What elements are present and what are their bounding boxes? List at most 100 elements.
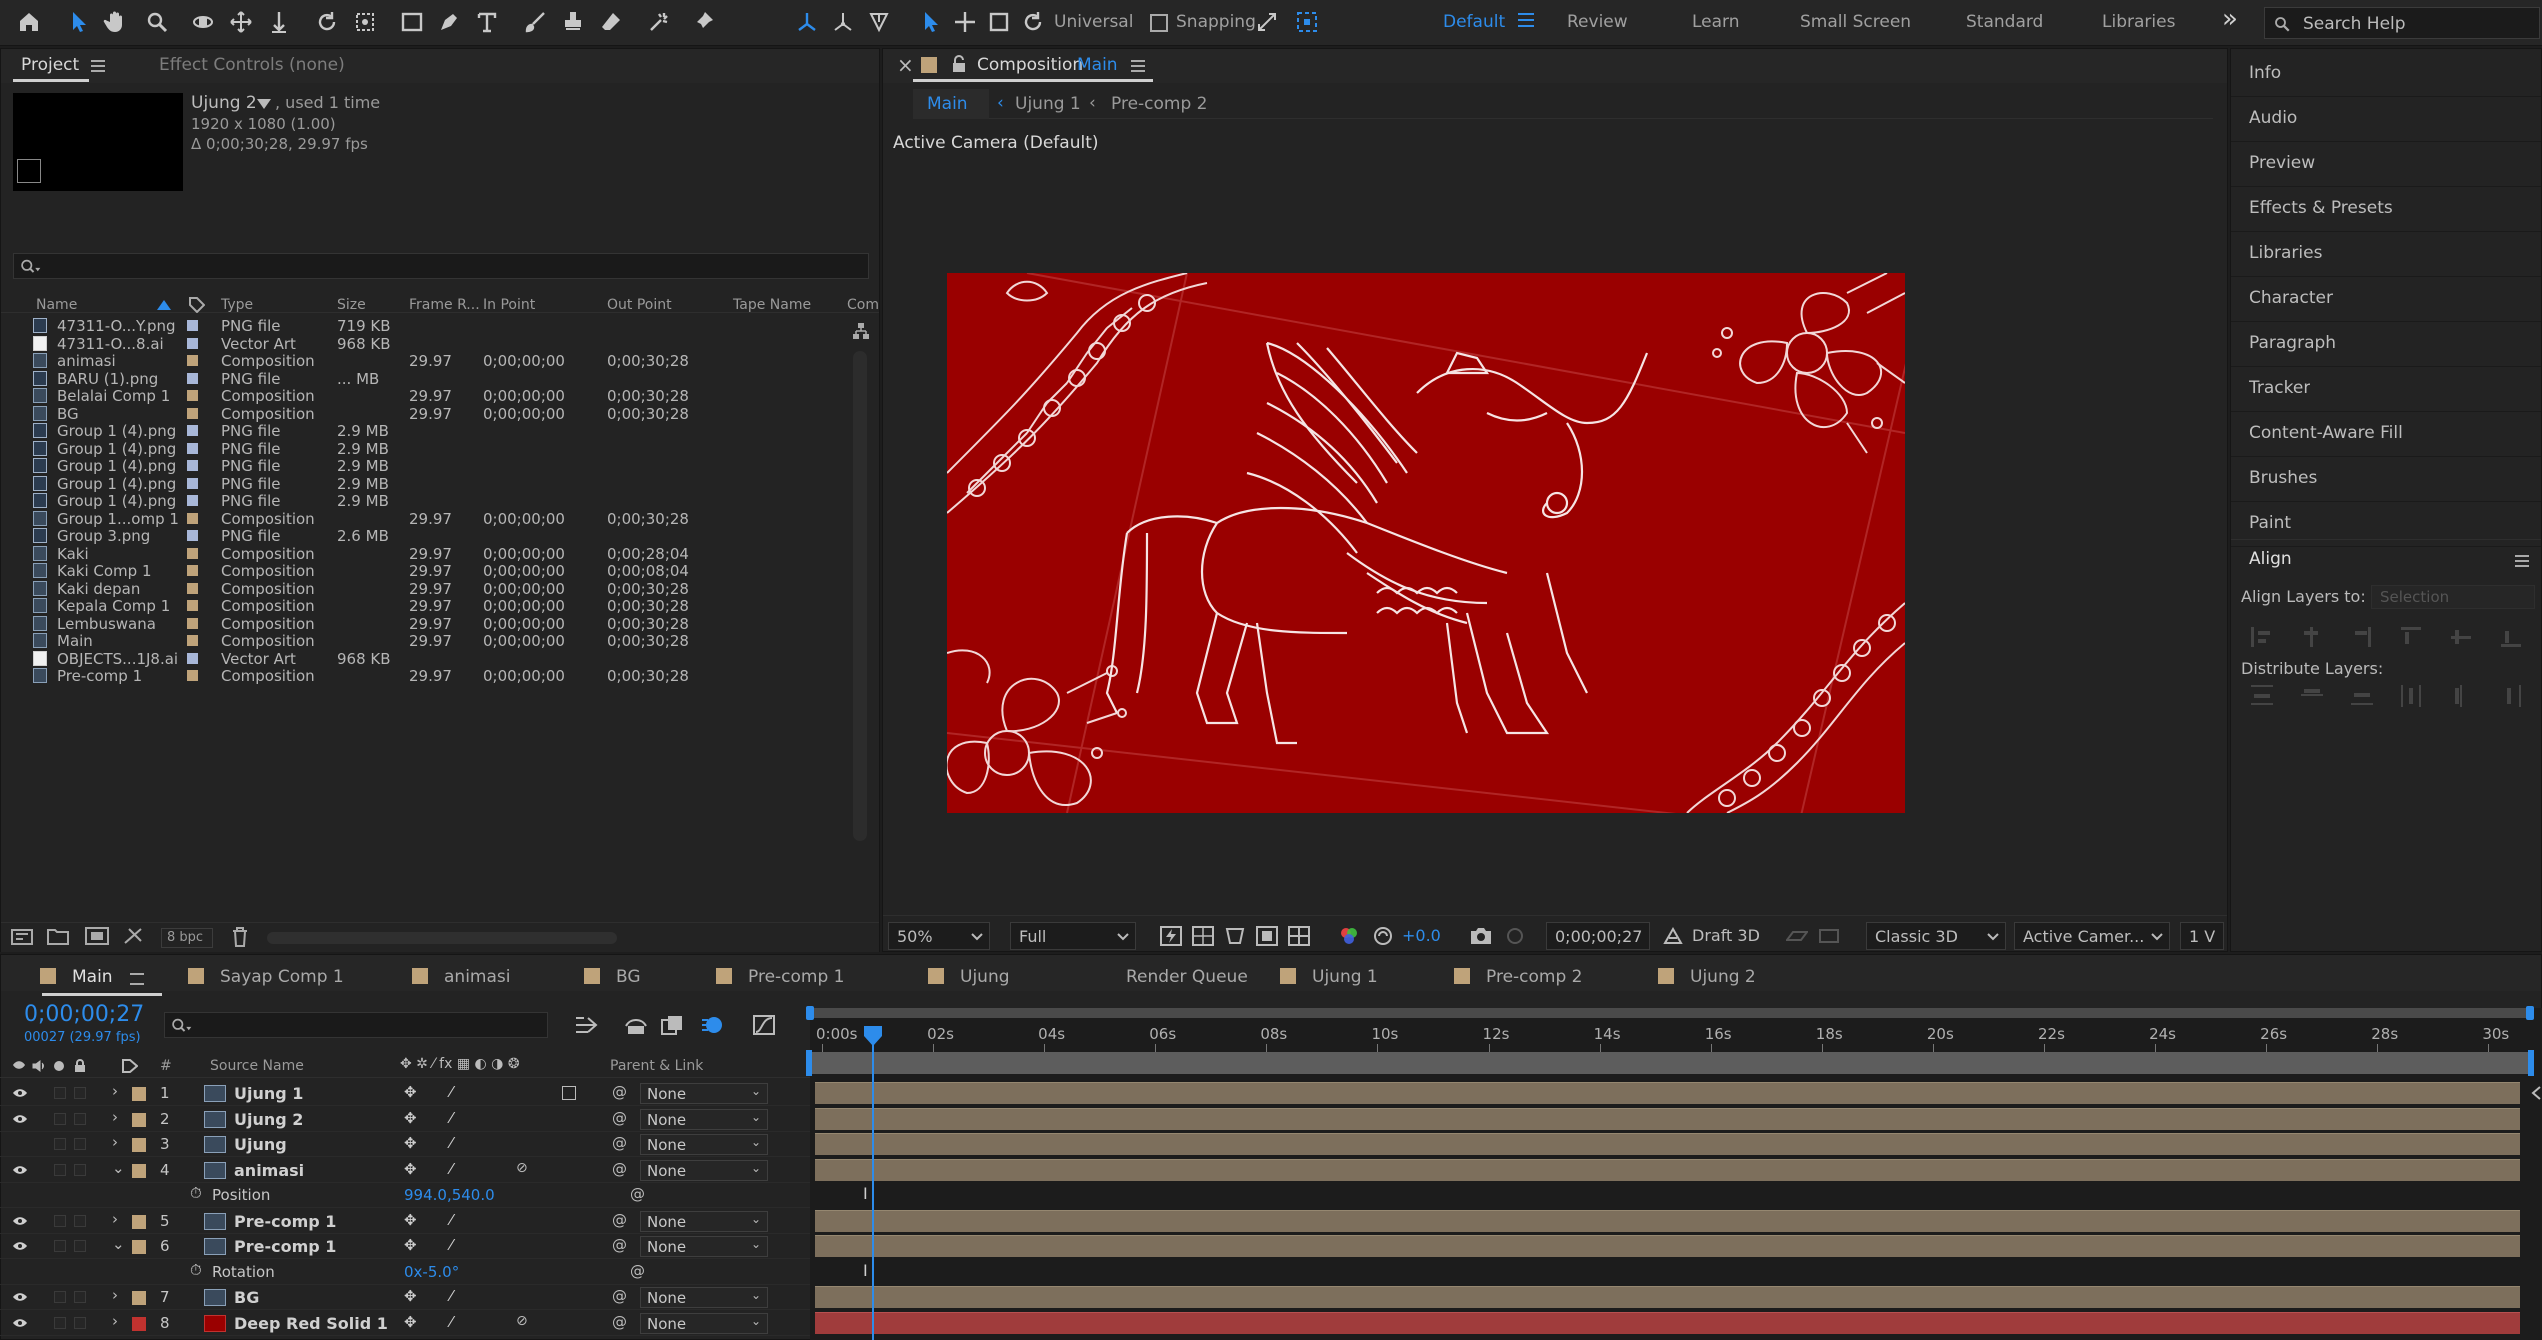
label-color-swatch[interactable] [187, 407, 198, 419]
workspace-menu-icon[interactable] [1518, 13, 1534, 27]
panel-menu-icon[interactable] [91, 60, 105, 72]
collapse-transform-switch[interactable]: ✥ [404, 1109, 417, 1127]
work-area-start-handle[interactable] [806, 1050, 812, 1076]
project-item-row[interactable]: Group 1 (4).png PNG file 2.9 MB [21, 492, 851, 510]
quality-switch[interactable]: ⁄ [450, 1313, 453, 1331]
project-item-row[interactable]: Kaki depan Composition 29.97 0;00;00;00 0;00… [21, 580, 851, 598]
label-column-icon[interactable] [189, 297, 205, 313]
pick-whip-icon[interactable]: @ [612, 1160, 627, 1178]
label-color-swatch[interactable] [187, 460, 198, 471]
label-color-swatch[interactable] [187, 617, 198, 629]
label-color-swatch[interactable] [187, 530, 198, 541]
project-item-row[interactable]: Kaki Composition 29.97 0;00;00;00 0;00;28;04 [21, 545, 851, 563]
zoom-tool-icon[interactable] [140, 5, 174, 39]
label-color-swatch[interactable] [187, 547, 198, 559]
collapse-transform-switch[interactable]: ✥ [404, 1134, 417, 1152]
workspace-learn[interactable]: Learn [1692, 12, 1740, 32]
distribute-right-icon[interactable] [2501, 685, 2521, 707]
layer-name[interactable]: Ujung 1 [234, 1084, 303, 1103]
timeline-tab[interactable]: Ujung 1 [1312, 967, 1378, 987]
lock-switch[interactable] [74, 1214, 86, 1227]
home-icon[interactable] [12, 5, 46, 39]
property-row[interactable]: ⏱ Rotation 0x-5.0° @ [0, 1260, 810, 1285]
collapse-transform-switch[interactable]: ✥ [404, 1313, 417, 1331]
breadcrumb-pre-comp-2[interactable]: Pre-comp 2 [1111, 94, 1207, 114]
align-to-dropdown[interactable]: Selection [2371, 585, 2535, 609]
eraser-tool-icon[interactable] [594, 5, 628, 39]
workspace-review[interactable]: Review [1567, 12, 1628, 32]
bit-depth-button[interactable]: 8 bpc [161, 928, 213, 948]
label-color-swatch[interactable] [187, 425, 198, 436]
layer-label-color[interactable] [132, 1138, 146, 1152]
snap-target-icon[interactable] [1290, 5, 1324, 39]
quality-switch[interactable]: ⁄ [450, 1211, 453, 1229]
layer-duration-bar[interactable] [815, 1107, 2520, 1130]
project-item-row[interactable]: Belalai Comp 1 Composition 29.97 0;00;00;00… [21, 387, 851, 405]
show-snapshot-icon[interactable] [1504, 926, 1526, 946]
project-item-row[interactable]: Kepala Comp 1 Composition 29.97 0;00;00;00 0… [21, 597, 851, 615]
label-color-swatch[interactable] [187, 372, 198, 384]
flowchart-icon[interactable] [851, 321, 871, 341]
layer-name[interactable]: Ujung 2 [234, 1110, 303, 1129]
pick-whip-icon[interactable]: @ [612, 1236, 627, 1254]
lock-switch[interactable] [74, 1138, 86, 1150]
quality-switch[interactable]: ⁄ [450, 1083, 453, 1101]
lock-switch[interactable] [74, 1087, 86, 1099]
pick-whip-icon[interactable]: @ [612, 1083, 627, 1101]
right-panel-item[interactable]: Info [2231, 53, 2541, 97]
right-panel-item[interactable]: Effects & Presets [2231, 188, 2541, 232]
more-workspaces-icon[interactable]: » [2222, 4, 2238, 34]
lock-switch[interactable] [74, 1163, 86, 1176]
selection-3d-tool-icon[interactable] [914, 5, 948, 39]
region-of-interest-icon[interactable] [1256, 926, 1278, 946]
layer-name[interactable]: Pre-comp 1 [234, 1237, 336, 1256]
layer-label-color[interactable] [132, 1291, 146, 1305]
hand-tool-icon[interactable] [98, 5, 132, 39]
playhead-line[interactable] [871, 1028, 874, 1340]
pan-behind-tool-icon[interactable] [224, 5, 258, 39]
parent-dropdown[interactable]: None ⌄ [640, 1287, 768, 1308]
breadcrumb-ujung-1[interactable]: Ujung 1 [1015, 94, 1081, 114]
timeline-current-time[interactable]: 0;00;00;27 [24, 1002, 144, 1027]
expand-chevron-right-icon[interactable]: › [112, 1210, 118, 1228]
snapping-options-icon[interactable] [1250, 5, 1284, 39]
layer-duration-bar[interactable] [815, 1209, 2520, 1232]
pick-whip-icon[interactable]: @ [612, 1287, 627, 1305]
selection-tool-icon[interactable] [62, 5, 96, 39]
solo-switch[interactable] [54, 1240, 66, 1252]
layer-label-color[interactable] [132, 1112, 146, 1127]
align-panel-menu-icon[interactable] [2515, 555, 2529, 567]
project-item-row[interactable]: 47311-O...Y.png PNG file 719 KB [21, 317, 851, 335]
collapse-transform-switch[interactable]: ✥ [404, 1211, 417, 1229]
col-frame-rate[interactable]: Frame R... [409, 297, 480, 313]
scale-3d-tool-icon[interactable] [982, 5, 1016, 39]
workspace-standard[interactable]: Standard [1966, 12, 2043, 32]
layer-label-color[interactable] [132, 1087, 146, 1101]
expand-chevron-right-icon[interactable]: › [112, 1286, 118, 1304]
quality-switch[interactable]: ⁄ [450, 1134, 453, 1152]
breadcrumb-main[interactable]: Main [927, 94, 968, 114]
project-item-row[interactable]: Group 1 (4).png PNG file 2.9 MB [21, 457, 851, 475]
trash-icon[interactable] [231, 927, 249, 947]
expand-chevron-right-icon[interactable]: › [112, 1312, 118, 1330]
shy-layers-icon[interactable] [624, 1014, 648, 1036]
right-panel-item[interactable]: Audio [2231, 98, 2541, 142]
pen-tool-icon[interactable] [432, 5, 466, 39]
right-panel-item[interactable]: Paragraph [2231, 323, 2541, 367]
expand-chevron-down-icon[interactable]: ⌄ [112, 1159, 125, 1177]
timeline-tab[interactable]: Sayap Comp 1 [220, 967, 344, 987]
timeline-tab[interactable]: Render Queue [1126, 967, 1248, 987]
col-parent-link[interactable]: Parent & Link [610, 1058, 703, 1074]
timeline-tab[interactable]: Pre-comp 1 [748, 967, 844, 987]
visibility-eye-icon[interactable] [12, 1318, 28, 1328]
puppet-pin-tool-icon[interactable] [686, 5, 720, 39]
timeline-tab[interactable]: Main [72, 967, 113, 987]
layer-row[interactable]: › 3 Ujung ✥ ⁄ @ None ⌄ [0, 1132, 810, 1157]
right-panel-item[interactable]: Tracker [2231, 368, 2541, 412]
orbit-camera-tool-icon[interactable] [186, 5, 220, 39]
parent-dropdown[interactable]: None ⌄ [640, 1134, 768, 1155]
move-3d-tool-icon[interactable] [948, 5, 982, 39]
collapse-transform-switch[interactable]: ✥ [404, 1236, 417, 1254]
label-color-swatch[interactable] [187, 582, 198, 594]
rotation-tool-icon[interactable] [310, 5, 344, 39]
